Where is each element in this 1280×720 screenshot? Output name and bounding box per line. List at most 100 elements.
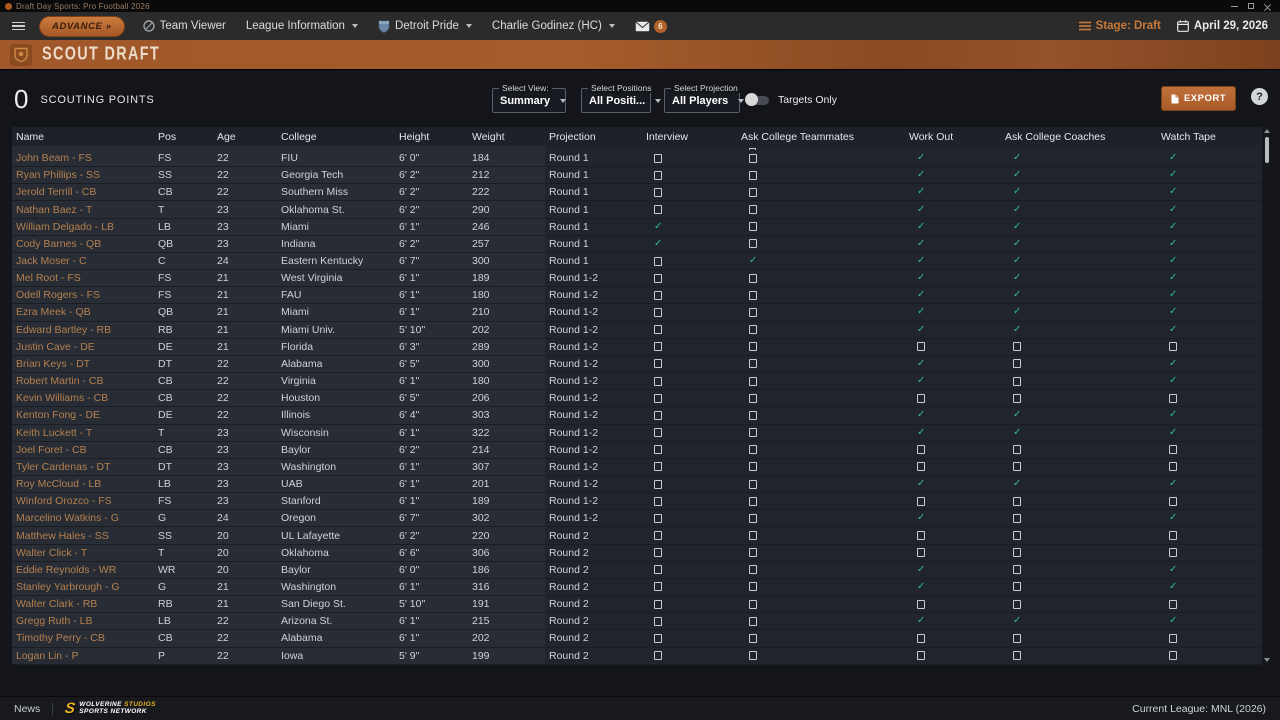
scout-checkbox[interactable] <box>654 171 662 180</box>
scout-checkbox[interactable] <box>1169 531 1177 540</box>
scout-checkbox[interactable] <box>917 497 925 506</box>
advance-button[interactable]: ADVANCE » <box>39 16 125 37</box>
scout-checkbox[interactable] <box>749 154 757 163</box>
mail-button[interactable]: 6 <box>635 20 667 33</box>
scout-checkbox[interactable] <box>917 394 925 403</box>
scout-checkbox[interactable] <box>1169 651 1177 660</box>
table-scrollbar[interactable] <box>1263 127 1270 664</box>
scrollbar-thumb[interactable] <box>1265 137 1269 163</box>
player-name-link[interactable]: Justin Cave - DE <box>12 341 154 353</box>
column-header[interactable]: Ask College Teammates <box>737 131 905 143</box>
minimize-icon[interactable] <box>1231 6 1238 7</box>
scout-checkbox[interactable] <box>654 548 662 557</box>
scout-checkbox[interactable] <box>1013 600 1021 609</box>
player-name-link[interactable]: Tyler Cardenas - DT <box>12 461 154 473</box>
scout-checkbox[interactable] <box>1169 548 1177 557</box>
scout-checkbox[interactable] <box>749 548 757 557</box>
targets-only-toggle[interactable]: Targets Only <box>747 94 837 106</box>
player-name-link[interactable]: Logan Lin - P <box>12 650 154 662</box>
scout-checkbox[interactable] <box>654 600 662 609</box>
scout-checkbox[interactable] <box>749 308 757 317</box>
scroll-up-icon[interactable] <box>1264 129 1270 133</box>
scout-checkbox[interactable] <box>654 651 662 660</box>
maximize-icon[interactable] <box>1248 3 1254 9</box>
player-name-link[interactable]: Roy McCloud - LB <box>12 478 154 490</box>
column-header[interactable]: Age <box>213 131 277 143</box>
scout-checkbox[interactable] <box>749 582 757 591</box>
menu-icon[interactable] <box>12 22 25 31</box>
scout-checkbox[interactable] <box>749 651 757 660</box>
scout-checkbox[interactable] <box>749 325 757 334</box>
scout-checkbox[interactable] <box>654 394 662 403</box>
scout-checkbox[interactable] <box>749 274 757 283</box>
nav-coach-menu[interactable]: Charlie Godinez (HC) <box>492 20 615 32</box>
scout-checkbox[interactable] <box>654 274 662 283</box>
player-name-link[interactable]: Walter Clark - RB <box>12 598 154 610</box>
scout-checkbox[interactable] <box>917 600 925 609</box>
scout-checkbox[interactable] <box>749 514 757 523</box>
scout-checkbox[interactable] <box>749 531 757 540</box>
scout-checkbox[interactable] <box>1013 462 1021 471</box>
scout-checkbox[interactable] <box>1013 548 1021 557</box>
player-name-link[interactable]: Kevin Williams - CB <box>12 392 154 404</box>
scout-checkbox[interactable] <box>654 445 662 454</box>
scout-checkbox[interactable] <box>917 651 925 660</box>
scout-checkbox[interactable] <box>654 634 662 643</box>
stage-indicator[interactable]: Stage: Draft <box>1079 20 1161 32</box>
scout-checkbox[interactable] <box>1169 462 1177 471</box>
scout-checkbox[interactable] <box>749 462 757 471</box>
scout-checkbox[interactable] <box>1013 565 1021 574</box>
date-indicator[interactable]: April 29, 2026 <box>1177 20 1268 32</box>
player-name-link[interactable]: Ezra Meek - QB <box>12 306 154 318</box>
scout-checkbox[interactable] <box>654 514 662 523</box>
player-name-link[interactable]: Eddie Reynolds - WR <box>12 564 154 576</box>
player-name-link[interactable]: Jerold Terrill - CB <box>12 186 154 198</box>
scout-checkbox[interactable] <box>749 291 757 300</box>
scout-checkbox[interactable] <box>654 617 662 626</box>
scout-checkbox[interactable] <box>1013 634 1021 643</box>
view-select[interactable]: Select View: Summary <box>492 88 566 113</box>
scout-checkbox[interactable] <box>654 325 662 334</box>
scout-checkbox[interactable] <box>654 377 662 386</box>
scout-checkbox[interactable] <box>749 359 757 368</box>
player-name-link[interactable]: Timothy Perry - CB <box>12 632 154 644</box>
player-name-link[interactable]: John Beam - FS <box>12 152 154 164</box>
column-header[interactable]: Watch Tape <box>1157 131 1262 143</box>
column-header[interactable]: Weight <box>468 131 545 143</box>
scout-checkbox[interactable] <box>749 565 757 574</box>
scout-checkbox[interactable] <box>654 154 662 163</box>
scout-checkbox[interactable] <box>749 497 757 506</box>
scout-checkbox[interactable] <box>749 445 757 454</box>
positions-select[interactable]: Select Positions All Positi... <box>581 88 651 113</box>
scout-checkbox[interactable] <box>654 342 662 351</box>
scroll-down-icon[interactable] <box>1264 658 1270 662</box>
scout-checkbox[interactable] <box>749 617 757 626</box>
export-button[interactable]: EXPORT <box>1161 86 1236 111</box>
scout-checkbox[interactable] <box>749 394 757 403</box>
scout-checkbox[interactable] <box>1013 651 1021 660</box>
player-name-link[interactable]: Gregg Ruth - LB <box>12 615 154 627</box>
nav-league-information[interactable]: League Information <box>246 20 358 32</box>
scout-checkbox[interactable] <box>654 205 662 214</box>
scout-checkbox[interactable] <box>917 548 925 557</box>
player-name-link[interactable]: William Delgado - LB <box>12 221 154 233</box>
player-name-link[interactable]: Robert Martin - CB <box>12 375 154 387</box>
player-name-link[interactable]: Matthew Hales - SS <box>12 530 154 542</box>
scout-checkbox[interactable] <box>654 257 662 266</box>
wolverine-studios-logo[interactable]: S WOLVERINE STUDIOS SPORTS NETWORK <box>65 700 156 717</box>
scout-checkbox[interactable] <box>1169 497 1177 506</box>
scout-checkbox[interactable] <box>749 342 757 351</box>
scout-checkbox[interactable] <box>1013 445 1021 454</box>
column-header[interactable]: Work Out <box>905 131 1001 143</box>
player-name-link[interactable]: Odell Rogers - FS <box>12 289 154 301</box>
close-icon[interactable] <box>1264 3 1271 10</box>
scout-checkbox[interactable] <box>917 634 925 643</box>
scout-checkbox[interactable] <box>749 239 757 248</box>
scout-checkbox[interactable] <box>749 411 757 420</box>
column-header[interactable]: College <box>277 131 395 143</box>
player-name-link[interactable]: Joel Foret - CB <box>12 444 154 456</box>
scout-checkbox[interactable] <box>654 428 662 437</box>
scout-checkbox[interactable] <box>1013 359 1021 368</box>
scout-checkbox[interactable] <box>917 531 925 540</box>
player-name-link[interactable]: Cody Barnes - QB <box>12 238 154 250</box>
